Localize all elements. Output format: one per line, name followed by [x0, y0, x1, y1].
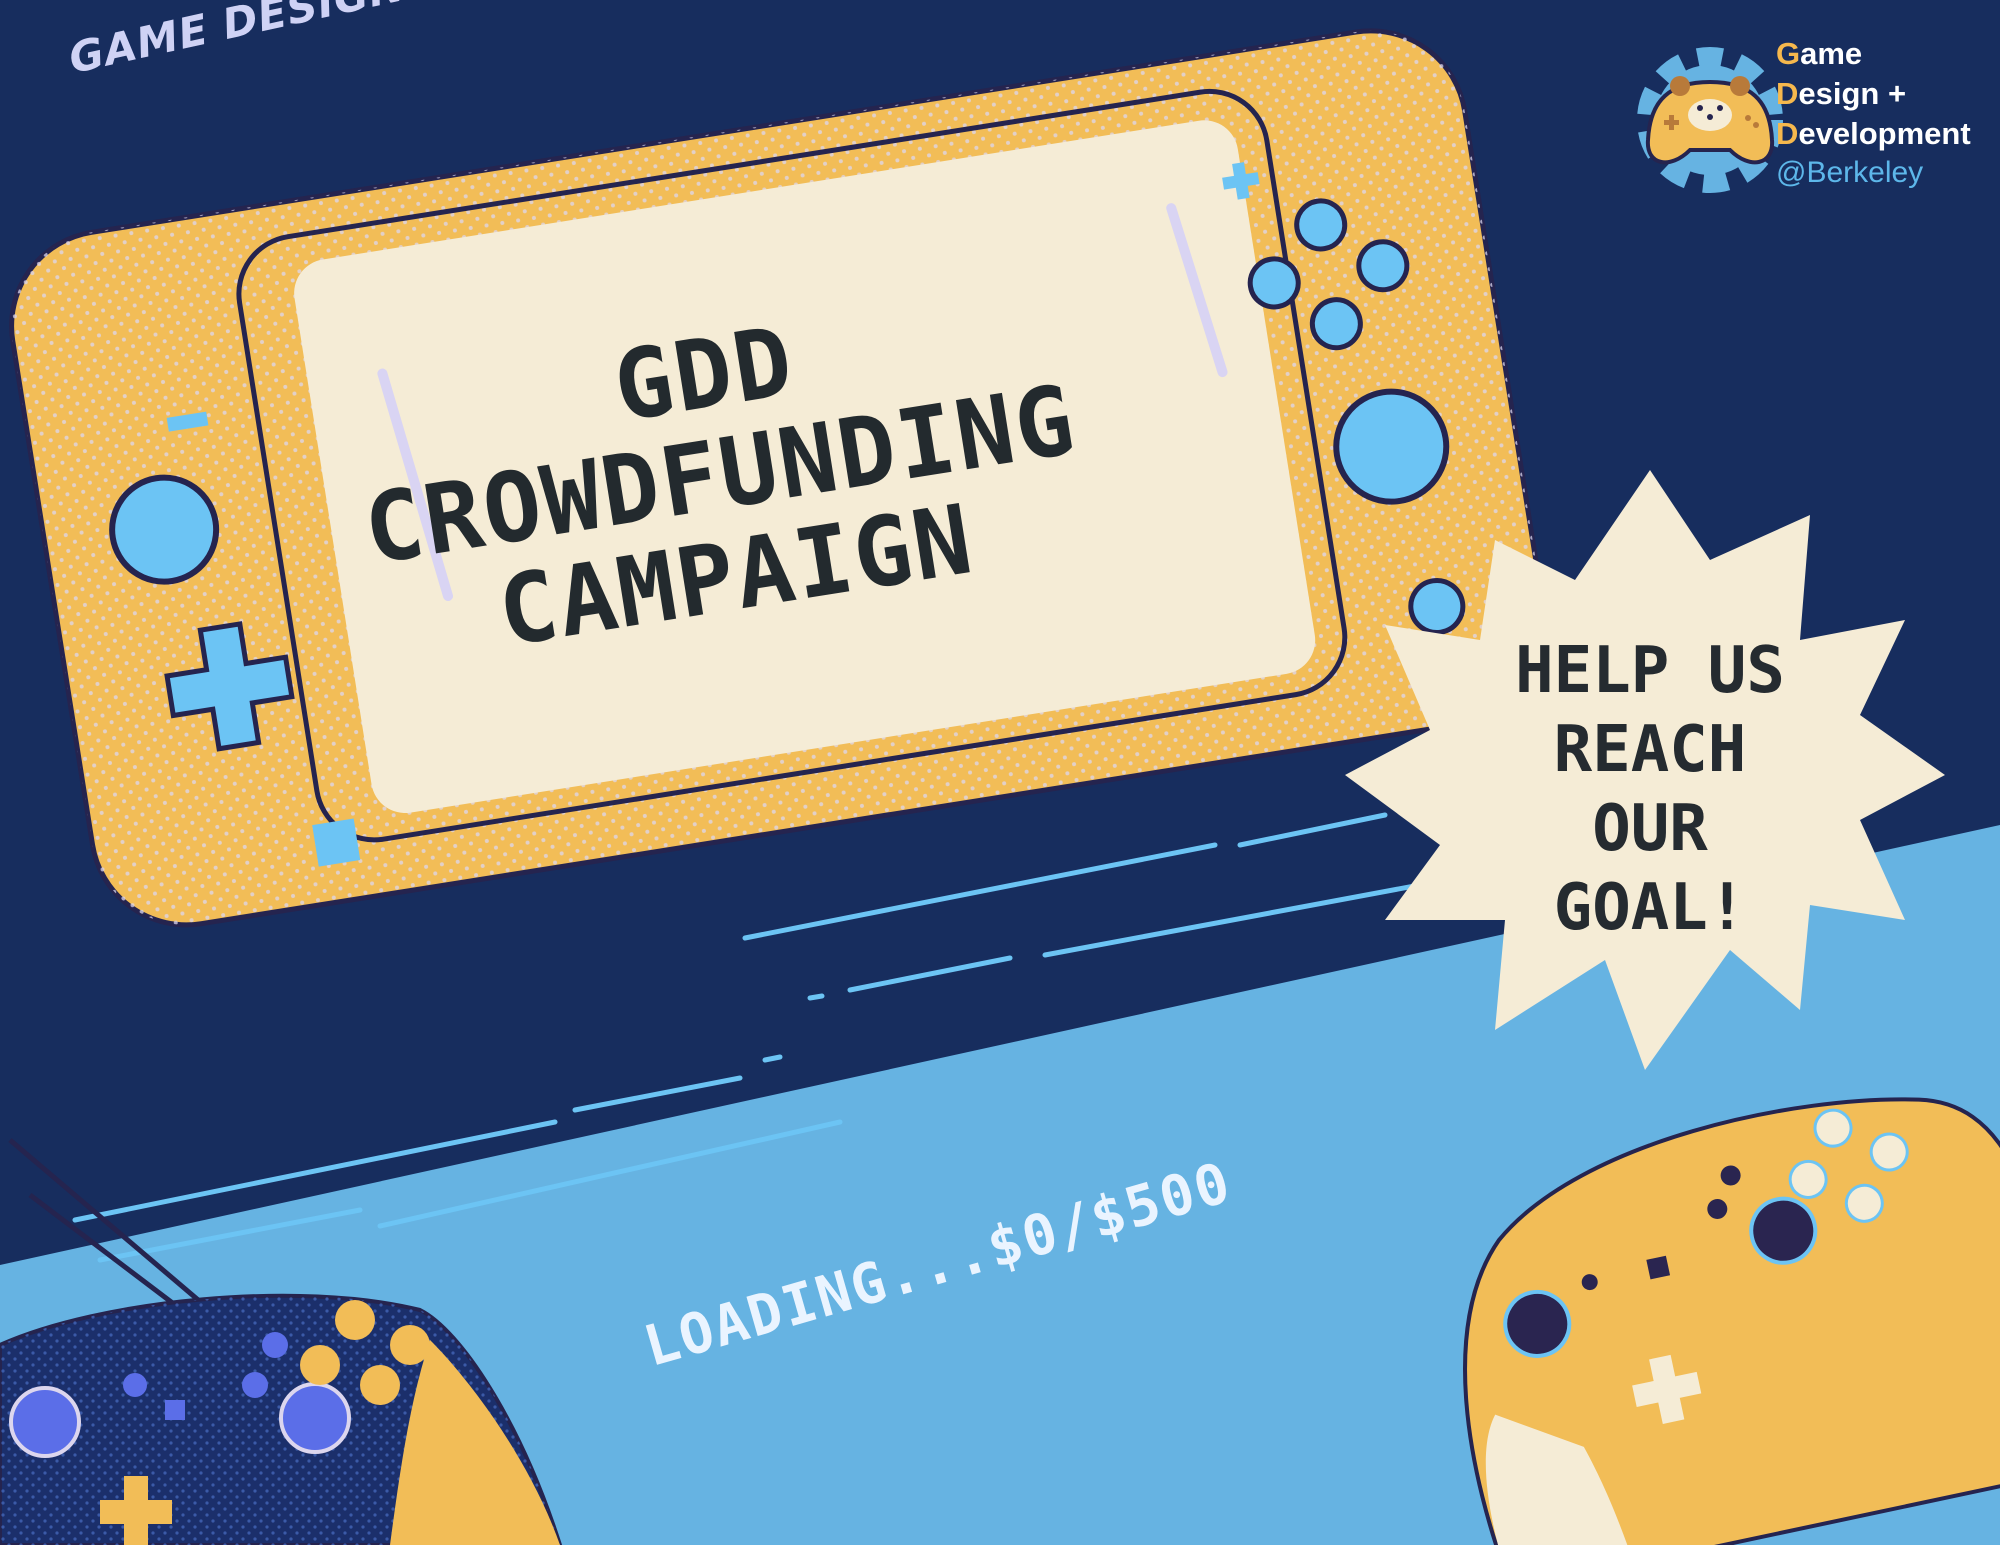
- logo-line-development: Development: [1776, 116, 1971, 151]
- logo-line-design: Design +: [1776, 76, 1907, 111]
- poster: GAME DESIGN & DEVELOPMENT AT BERKELEY GD…: [0, 0, 2000, 1545]
- logo-handle: @Berkeley: [1776, 156, 1924, 189]
- starburst-line: OUR: [1592, 792, 1708, 866]
- gear-bear-gamepad-icon: [1637, 47, 1783, 193]
- starburst-line: GOAL!: [1553, 871, 1747, 945]
- starburst-text: HELP US REACH OUR GOAL!: [1460, 620, 1840, 960]
- club-logo-text: Game Design + Development @Berkeley: [1776, 34, 1971, 192]
- starburst-line: REACH: [1553, 713, 1747, 787]
- logo-line-game: Game: [1776, 36, 1863, 71]
- starburst-line: HELP US: [1515, 634, 1785, 708]
